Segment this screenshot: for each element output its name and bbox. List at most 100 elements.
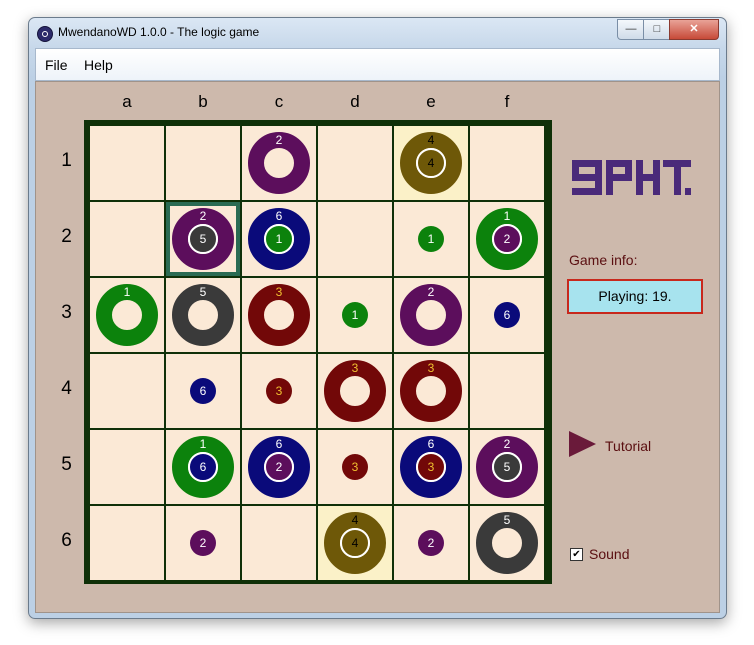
board-cell-a3[interactable]: 1 (90, 278, 164, 352)
close-button[interactable]: ✕ (669, 19, 719, 40)
board-cell-a4[interactable] (90, 354, 164, 428)
ring-value-label: 6 (427, 437, 435, 451)
logo-icon (572, 160, 691, 195)
window-title: MwendanoWD 1.0.0 - The logic game (58, 25, 260, 39)
board-cell-f4[interactable] (470, 354, 544, 428)
menu-bar: File Help (35, 48, 720, 81)
disc-value-label: 1 (351, 308, 359, 322)
game-board: 2442561112153126633316623632524425 (84, 120, 552, 584)
board-cell-e4[interactable]: 3 (394, 354, 468, 428)
game-area: abcdef 123456 24425611121531266333166236… (35, 81, 720, 613)
ring-value-label: 4 (351, 513, 359, 527)
row-label-4: 4 (61, 378, 72, 399)
row-label-5: 5 (61, 454, 72, 475)
maximize-button[interactable]: □ (643, 19, 671, 40)
game-info-label: Game info: (569, 252, 638, 268)
board-cell-a1[interactable] (90, 126, 164, 200)
ring-value-label: 3 (351, 361, 359, 375)
column-label-e: e (426, 92, 436, 111)
disc-value-label: 6 (199, 460, 207, 474)
board-cell-e2[interactable]: 1 (394, 202, 468, 276)
disc-value-label: 5 (199, 232, 207, 246)
column-label-f: f (504, 92, 510, 111)
minimize-button[interactable]: — (617, 19, 645, 40)
board-cell-d3[interactable]: 1 (318, 278, 392, 352)
board-cell-f3[interactable]: 6 (470, 278, 544, 352)
title-bar[interactable]: MwendanoWD 1.0.0 - The logic game — □ ✕ (29, 18, 726, 48)
sound-label: Sound (589, 546, 630, 562)
disc-value-label: 6 (199, 384, 207, 398)
disc-value-label: 1 (427, 232, 435, 246)
board-cell-c2[interactable]: 61 (242, 202, 316, 276)
disc-value-label: 6 (503, 308, 511, 322)
row-label-3: 3 (61, 302, 72, 323)
menu-file[interactable]: File (45, 57, 68, 73)
tutorial-button[interactable]: Tutorial (605, 438, 651, 454)
board-cell-f2[interactable]: 12 (470, 202, 544, 276)
board-cell-c5[interactable]: 62 (242, 430, 316, 504)
column-label-b: b (198, 92, 208, 111)
ring-value-label: 5 (199, 285, 207, 299)
column-label-c: c (274, 92, 284, 111)
board-cell-b6[interactable]: 2 (166, 506, 240, 580)
disc-value-label: 5 (503, 460, 511, 474)
board-cell-a5[interactable] (90, 430, 164, 504)
board-cell-d5[interactable]: 3 (318, 430, 392, 504)
board-cell-e1[interactable]: 44 (394, 126, 468, 200)
board-cell-e6[interactable]: 2 (394, 506, 468, 580)
board-cell-b3[interactable]: 5 (166, 278, 240, 352)
row-label-2: 2 (61, 226, 72, 247)
board-cell-c1[interactable]: 2 (242, 126, 316, 200)
board-cell-d1[interactable] (318, 126, 392, 200)
ring-value-label: 2 (503, 437, 511, 451)
ring-value-label: 5 (503, 513, 511, 527)
disc-value-label: 2 (199, 536, 207, 550)
ring-value-label: 1 (503, 209, 511, 223)
ring-value-label: 2 (427, 285, 435, 299)
ring-value-label: 3 (275, 285, 283, 299)
board-cell-f5[interactable]: 25 (470, 430, 544, 504)
board-cell-d4[interactable]: 3 (318, 354, 392, 428)
ring-value-label: 3 (427, 361, 435, 375)
row-label-1: 1 (61, 150, 72, 171)
board-cell-b2[interactable]: 25 (166, 202, 240, 276)
play-icon[interactable] (569, 431, 596, 457)
row-label-6: 6 (61, 530, 72, 551)
board-cell-f1[interactable] (470, 126, 544, 200)
column-label-d: d (350, 92, 360, 111)
sound-checkbox[interactable]: ✔ (570, 548, 583, 561)
board-cell-c4[interactable]: 3 (242, 354, 316, 428)
ring-value-label: 6 (275, 209, 283, 223)
disc-value-label: 2 (275, 460, 283, 474)
board-cell-e5[interactable]: 63 (394, 430, 468, 504)
board-cell-b5[interactable]: 16 (166, 430, 240, 504)
disc-value-label: 3 (351, 460, 359, 474)
board-cell-d6[interactable]: 44 (318, 506, 392, 580)
app-window: MwendanoWD 1.0.0 - The logic game — □ ✕ … (28, 17, 727, 619)
ring-value-label: 1 (123, 285, 131, 299)
board-cell-d2[interactable] (318, 202, 392, 276)
disc-value-label: 3 (275, 384, 283, 398)
board-cell-c6[interactable] (242, 506, 316, 580)
ring-value-label: 2 (275, 133, 283, 147)
board-cell-b4[interactable]: 6 (166, 354, 240, 428)
disc-value-label: 2 (427, 536, 435, 550)
ring-value-label: 4 (427, 133, 435, 147)
board-cell-b1[interactable] (166, 126, 240, 200)
board-cell-a2[interactable] (90, 202, 164, 276)
ring-value-label: 1 (199, 437, 207, 451)
ring-value-label: 2 (199, 209, 207, 223)
disc-value-label: 4 (351, 536, 359, 550)
board-cell-a6[interactable] (90, 506, 164, 580)
disc-value-label: 4 (427, 156, 435, 170)
disc-value-label: 3 (427, 460, 435, 474)
column-label-a: a (122, 92, 132, 111)
board-cell-f6[interactable]: 5 (470, 506, 544, 580)
board-cell-e3[interactable]: 2 (394, 278, 468, 352)
app-icon (37, 26, 53, 42)
menu-help[interactable]: Help (84, 57, 113, 73)
board-cell-c3[interactable]: 3 (242, 278, 316, 352)
disc-value-label: 2 (503, 232, 511, 246)
ring-value-label: 6 (275, 437, 283, 451)
disc-value-label: 1 (275, 232, 283, 246)
